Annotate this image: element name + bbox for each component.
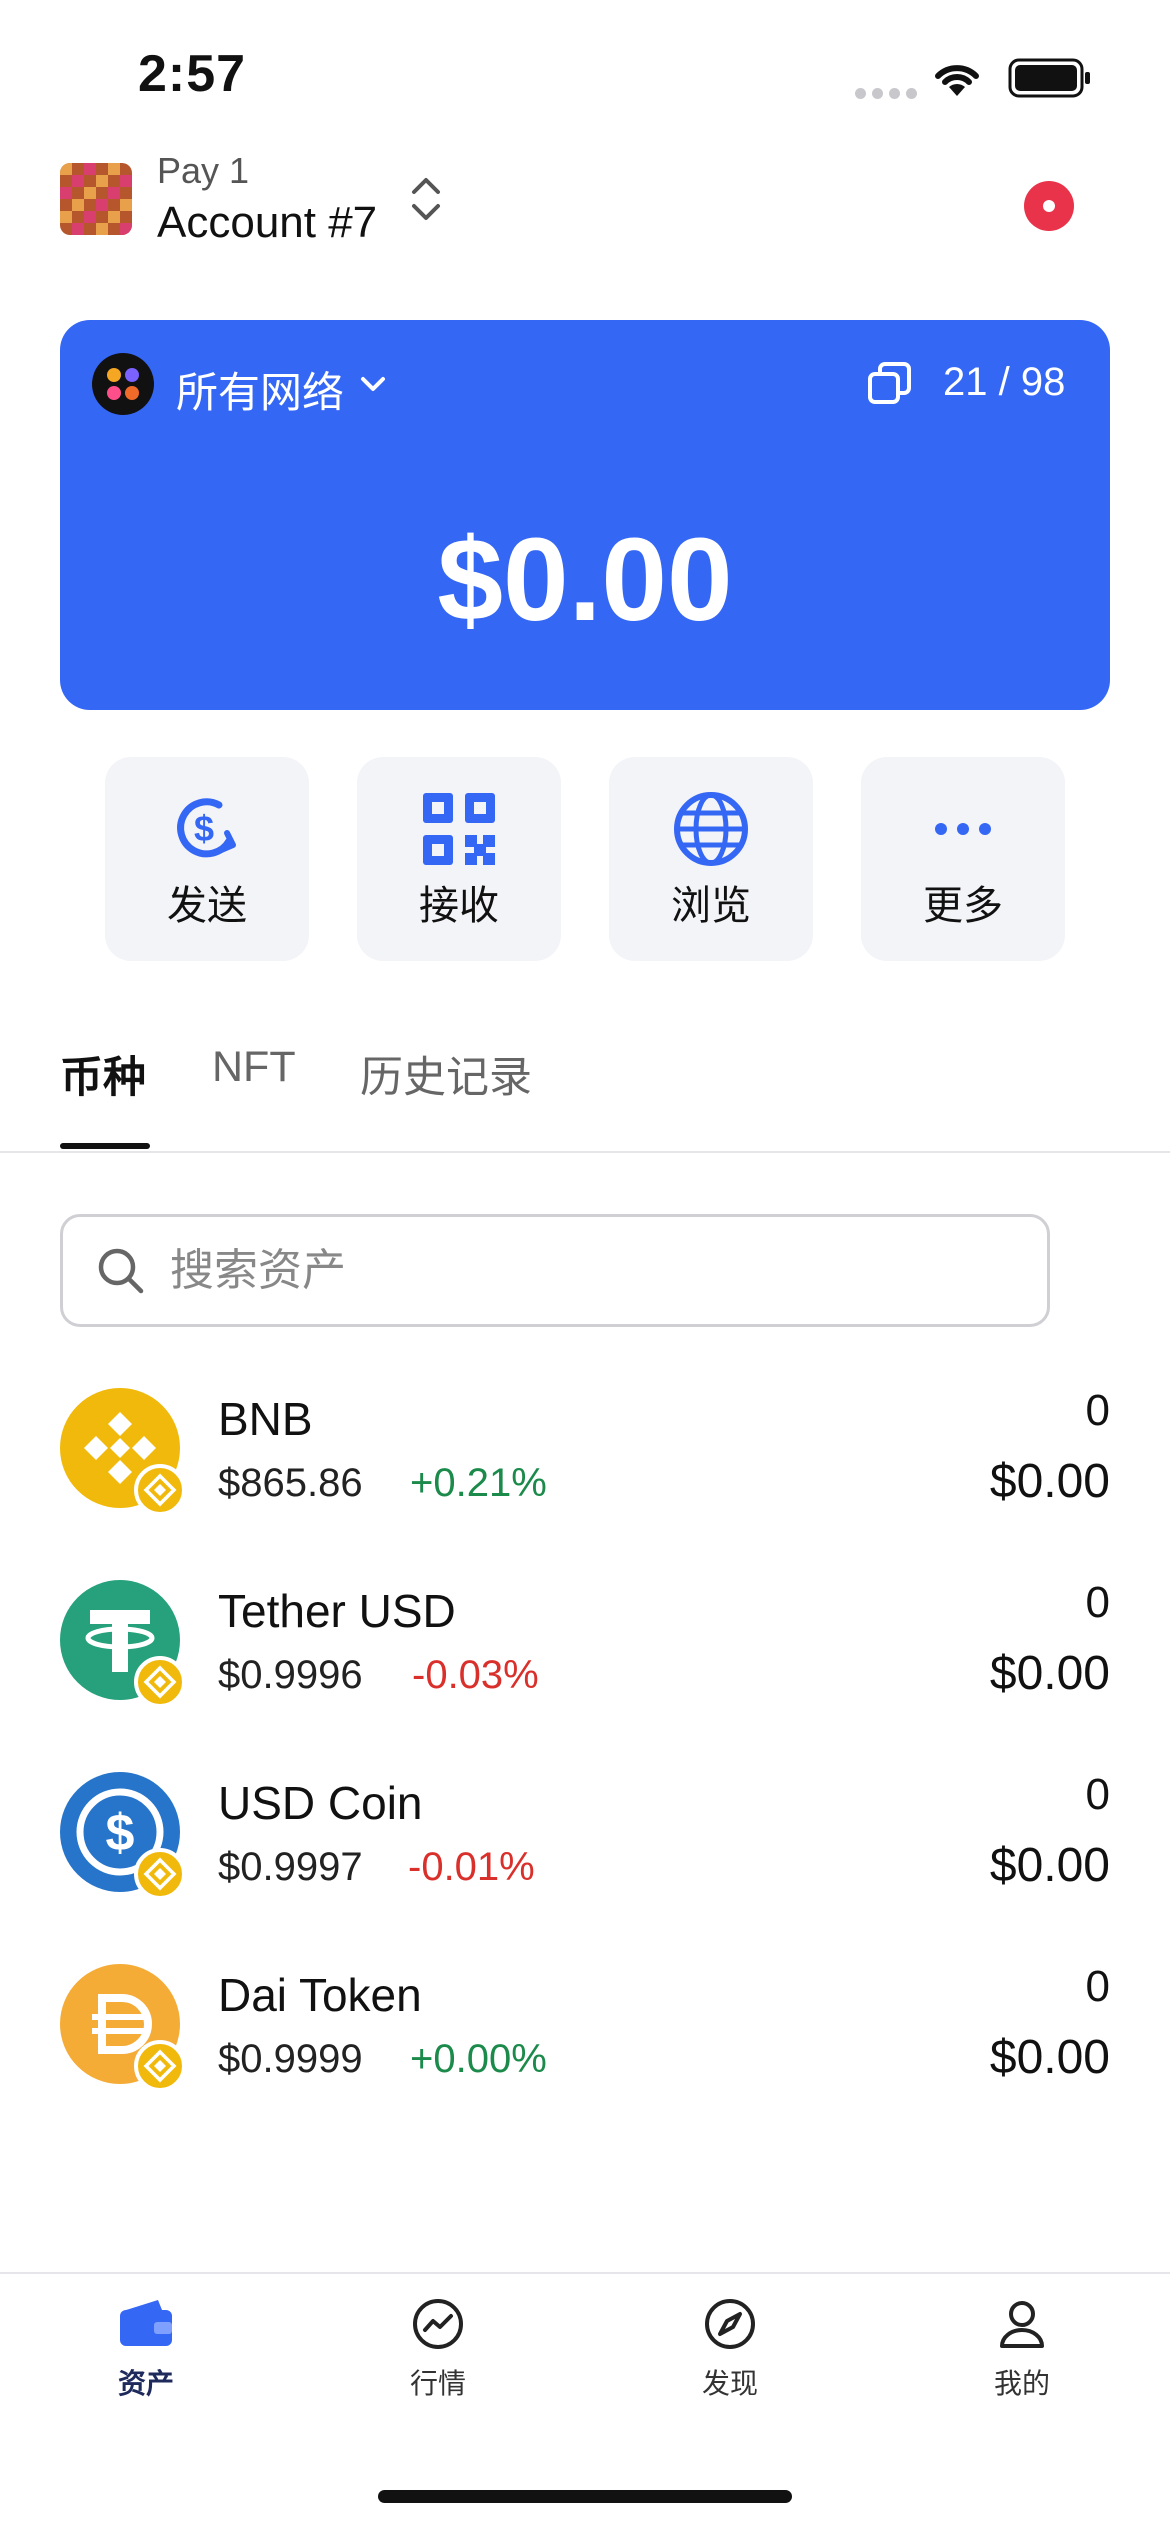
- token-change: -0.03%: [412, 1653, 539, 1697]
- chevron-down-icon[interactable]: [358, 372, 388, 396]
- svg-text:$: $: [106, 1804, 135, 1862]
- send-button[interactable]: $ 发送: [105, 757, 309, 961]
- all-networks-icon[interactable]: [92, 353, 154, 415]
- receive-button[interactable]: 接收: [357, 757, 561, 961]
- globe-icon: [674, 792, 748, 866]
- token-name: Tether USD: [218, 1585, 456, 1637]
- token-name: USD Coin: [218, 1777, 423, 1829]
- nav-discover-label: 发现: [701, 2368, 758, 2399]
- nav-profile[interactable]: 我的: [876, 2292, 1168, 2412]
- search-input[interactable]: [170, 1236, 1010, 1306]
- nav-market[interactable]: 行情: [292, 2292, 584, 2412]
- nav-market-label: 行情: [409, 2368, 466, 2399]
- token-price: $0.9997: [218, 1845, 363, 1889]
- token-price: $0.9996: [218, 1653, 363, 1697]
- token-amount: 0: [1085, 1770, 1110, 1819]
- token-change: +0.21%: [410, 1461, 547, 1505]
- token-row-usdt[interactable]: Tether USD $0.9996 -0.03% 0 $0.00: [0, 1578, 1170, 1770]
- more-label: 更多: [923, 884, 1003, 928]
- avatar-pattern-icon: [60, 163, 132, 235]
- tab-nft[interactable]: NFT: [212, 1043, 296, 1092]
- nav-assets[interactable]: 资产: [0, 2292, 292, 2412]
- token-price: $865.86: [218, 1461, 363, 1505]
- more-button[interactable]: 更多: [861, 757, 1065, 961]
- bsc-chain-badge-icon: [134, 2040, 186, 2092]
- bottom-nav-divider: [0, 2272, 1170, 2274]
- token-amount: 0: [1085, 1386, 1110, 1435]
- token-row-usdc[interactable]: $ USD Coin $0.9997 -0.01% 0 $0.00: [0, 1770, 1170, 1962]
- wifi-icon: [935, 65, 979, 96]
- account-avatar[interactable]: [60, 163, 132, 235]
- bsc-chain-badge-icon: [134, 1848, 186, 1900]
- send-dollar-icon: $: [177, 798, 236, 858]
- receive-label: 接收: [419, 884, 499, 928]
- browse-label: 浏览: [671, 884, 751, 928]
- wallet-name: Pay 1: [157, 150, 250, 191]
- token-amount: 0: [1085, 1578, 1110, 1627]
- tab-tokens[interactable]: 币种: [60, 1043, 146, 1105]
- network-selector-label[interactable]: 所有网络: [176, 359, 344, 420]
- account-name[interactable]: Account #7: [157, 198, 377, 248]
- browse-button[interactable]: 浏览: [609, 757, 813, 961]
- search-icon: [98, 1248, 144, 1294]
- user-icon: [1000, 2301, 1044, 2348]
- token-change: +0.00%: [410, 2037, 547, 2081]
- token-value: $0.00: [989, 1455, 1110, 1508]
- battery-icon: [1008, 58, 1090, 98]
- token-value: $0.00: [989, 2031, 1110, 2084]
- token-row-dai[interactable]: Dai Token $0.9999 +0.00% 0 $0.00: [0, 1962, 1170, 2154]
- token-row-bnb[interactable]: BNB $865.86 +0.21% 0 $0.00: [0, 1386, 1170, 1578]
- copy-icon[interactable]: [866, 360, 914, 408]
- nav-discover[interactable]: 发现: [584, 2292, 876, 2412]
- wallet-icon: [120, 2300, 172, 2346]
- bsc-chain-badge-icon: [134, 1656, 186, 1708]
- token-name: BNB: [218, 1393, 313, 1445]
- total-balance: $0.00: [437, 514, 733, 646]
- token-price: $0.9999: [218, 2037, 363, 2081]
- cellular-signal-icon: [855, 88, 917, 99]
- record-status-button[interactable]: [1024, 181, 1074, 231]
- bsc-chain-badge-icon: [134, 1464, 186, 1516]
- status-time: 2:57: [138, 45, 247, 103]
- home-indicator[interactable]: [378, 2490, 792, 2503]
- tab-history[interactable]: 历史记录: [360, 1043, 532, 1105]
- tabs-divider: [0, 1151, 1170, 1153]
- send-label: 发送: [167, 884, 247, 928]
- token-name: Dai Token: [218, 1969, 422, 2021]
- active-tab-indicator: [60, 1143, 150, 1149]
- token-value: $0.00: [989, 1647, 1110, 1700]
- svg-text:$: $: [194, 808, 214, 849]
- switch-account-chevron-icon[interactable]: [408, 174, 444, 224]
- nav-assets-label: 资产: [117, 2368, 174, 2399]
- token-change: -0.01%: [408, 1845, 535, 1889]
- chart-icon: [413, 2299, 463, 2349]
- nav-profile-label: 我的: [993, 2368, 1050, 2399]
- token-value: $0.00: [989, 1839, 1110, 1892]
- qr-code-icon: [423, 793, 495, 865]
- more-dots-icon: [935, 823, 991, 835]
- token-amount: 0: [1085, 1962, 1110, 2011]
- token-count: 21 / 98: [943, 360, 1066, 404]
- compass-icon: [705, 2299, 755, 2349]
